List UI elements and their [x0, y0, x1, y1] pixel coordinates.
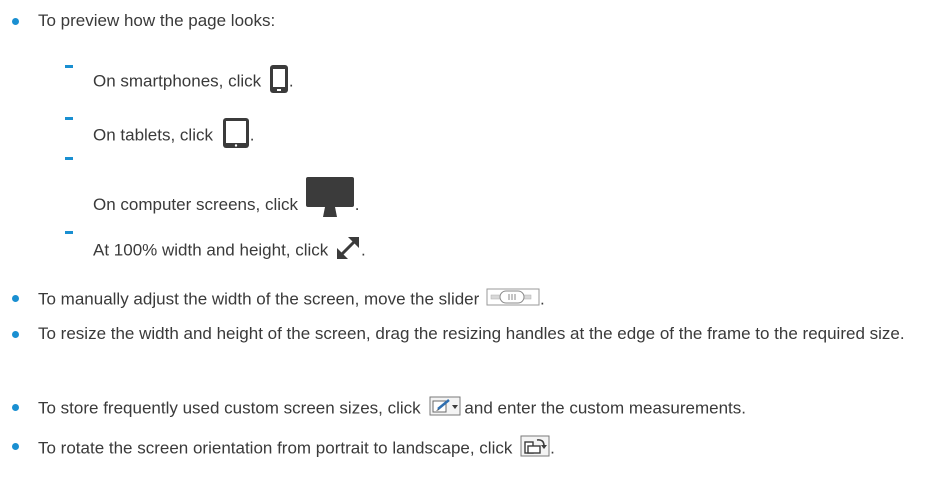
list-item-custom-sizes: To store frequently used custom screen s…	[38, 396, 746, 422]
list-item-text: To preview how the page looks:	[38, 11, 276, 30]
bullet	[12, 295, 19, 302]
list-item-computer-screens: On computer screens, click .	[93, 176, 359, 224]
rotate-orientation-icon	[520, 435, 550, 463]
list-item-resize: To resize the width and height of the sc…	[38, 318, 943, 350]
bullet	[12, 443, 19, 450]
list-item-text: To manually adjust the width of the scre…	[38, 289, 480, 309]
bullet	[12, 404, 19, 411]
sub-bullet	[65, 65, 73, 68]
list-item-text: On tablets, click	[93, 125, 213, 145]
sub-bullet	[65, 157, 73, 160]
list-item-preview: To preview how the page looks:	[38, 10, 275, 32]
edit-dropdown-icon	[429, 396, 461, 422]
suffix-text: .	[540, 289, 545, 309]
list-item-text: To rotate the screen orientation from po…	[38, 438, 513, 458]
expand-diagonal-icon	[335, 235, 361, 267]
suffix-text: and enter the custom measurements.	[464, 398, 746, 418]
sub-bullet	[65, 231, 73, 234]
sub-bullet	[65, 117, 73, 120]
list-item-slider: To manually adjust the width of the scre…	[38, 287, 545, 313]
tablet-icon	[222, 117, 250, 155]
bullet	[12, 331, 19, 338]
list-item-text: To store frequently used custom screen s…	[38, 398, 421, 418]
list-item-tablets: On tablets, click .	[93, 117, 254, 155]
list-item-text: On computer screens, click	[93, 195, 299, 214]
suffix-text: .	[288, 71, 294, 91]
suffix-text: .	[249, 125, 255, 145]
list-item-text: On smartphones, click	[93, 71, 262, 91]
list-item-text: To resize the width and height of the sc…	[38, 324, 905, 343]
bullet	[12, 18, 19, 25]
smartphone-icon	[269, 64, 289, 100]
list-item-rotate: To rotate the screen orientation from po…	[38, 435, 555, 463]
slider-icon	[486, 287, 540, 313]
suffix-text: .	[550, 438, 555, 458]
suffix-text: .	[354, 195, 360, 214]
list-item-text: At 100% width and height, click	[93, 240, 329, 260]
list-item-smartphones: On smartphones, click .	[93, 64, 294, 100]
list-item-full-size: At 100% width and height, click .	[93, 235, 366, 267]
suffix-text: .	[361, 240, 366, 260]
desktop-monitor-icon	[305, 176, 355, 224]
